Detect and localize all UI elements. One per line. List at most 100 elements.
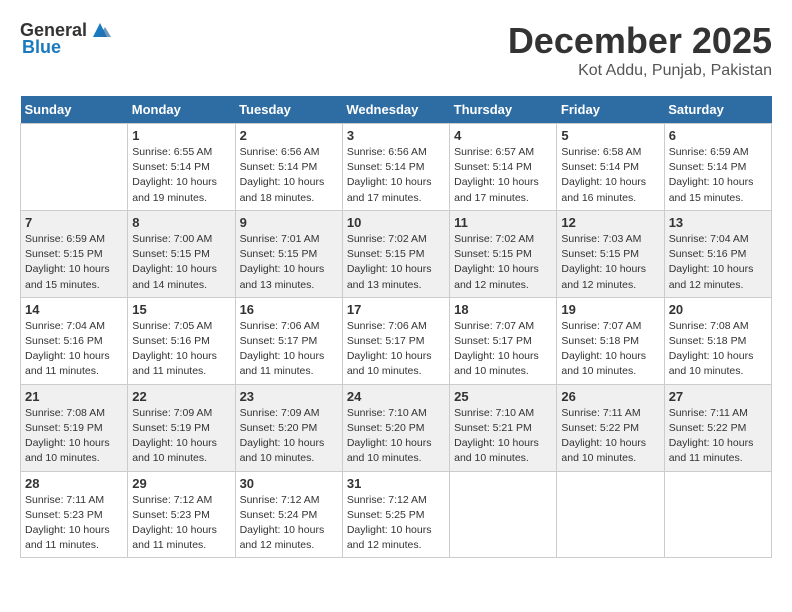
day-info: Sunrise: 7:06 AMSunset: 5:17 PMDaylight:… xyxy=(347,319,445,380)
calendar-cell: 18 Sunrise: 7:07 AMSunset: 5:17 PMDayligh… xyxy=(450,297,557,384)
day-info: Sunrise: 7:05 AMSunset: 5:16 PMDaylight:… xyxy=(132,319,230,380)
day-info: Sunrise: 7:12 AMSunset: 5:23 PMDaylight:… xyxy=(132,493,230,554)
calendar-cell: 19Sunrise: 7:07 AMSunset: 5:18 PMDayligh… xyxy=(557,297,664,384)
weekday-header-sunday: Sunday xyxy=(21,96,128,124)
calendar-cell: 26Sunrise: 7:11 AMSunset: 5:22 PMDayligh… xyxy=(557,384,664,471)
day-number: 3 xyxy=(347,128,445,143)
calendar-cell: 8 Sunrise: 7:00 AMSunset: 5:15 PMDaylight… xyxy=(128,210,235,297)
weekday-header-tuesday: Tuesday xyxy=(235,96,342,124)
calendar-week-row: 21 Sunrise: 7:08 AMSunset: 5:19 PMDayligh… xyxy=(21,384,772,471)
location-subtitle: Kot Addu, Punjab, Pakistan xyxy=(508,62,772,80)
calendar-week-row: 1Sunrise: 6:55 AMSunset: 5:14 PMDaylight… xyxy=(21,124,772,211)
day-info: Sunrise: 7:11 AMSunset: 5:22 PMDaylight:… xyxy=(669,406,767,467)
day-info: Sunrise: 7:01 AMSunset: 5:15 PMDaylight:… xyxy=(240,232,338,293)
day-info: Sunrise: 7:04 AMSunset: 5:16 PMDaylight:… xyxy=(669,232,767,293)
day-info: Sunrise: 7:06 AMSunset: 5:17 PMDaylight:… xyxy=(240,319,338,380)
day-number: 24 xyxy=(347,389,445,404)
day-number: 27 xyxy=(669,389,767,404)
day-info: Sunrise: 7:07 AMSunset: 5:17 PMDaylight:… xyxy=(454,319,552,380)
day-number: 9 xyxy=(240,215,338,230)
calendar-week-row: 14 Sunrise: 7:04 AMSunset: 5:16 PMDayligh… xyxy=(21,297,772,384)
day-info: Sunrise: 6:59 AMSunset: 5:15 PMDaylight:… xyxy=(25,232,123,293)
calendar-cell: 9 Sunrise: 7:01 AMSunset: 5:15 PMDaylight… xyxy=(235,210,342,297)
day-info: Sunrise: 7:03 AMSunset: 5:15 PMDaylight:… xyxy=(561,232,659,293)
calendar-cell: 1Sunrise: 6:55 AMSunset: 5:14 PMDaylight… xyxy=(128,124,235,211)
calendar-cell: 25 Sunrise: 7:10 AMSunset: 5:21 PMDayligh… xyxy=(450,384,557,471)
day-info: Sunrise: 7:07 AMSunset: 5:18 PMDaylight:… xyxy=(561,319,659,380)
day-number: 29 xyxy=(132,476,230,491)
calendar-cell: 2 Sunrise: 6:56 AMSunset: 5:14 PMDaylight… xyxy=(235,124,342,211)
logo-icon xyxy=(89,19,111,41)
day-number: 13 xyxy=(669,215,767,230)
day-info: Sunrise: 7:09 AMSunset: 5:20 PMDaylight:… xyxy=(240,406,338,467)
calendar-cell: 24 Sunrise: 7:10 AMSunset: 5:20 PMDayligh… xyxy=(342,384,449,471)
weekday-header-friday: Friday xyxy=(557,96,664,124)
day-number: 11 xyxy=(454,215,552,230)
page-header: General Blue December 2025 Kot Addu, Pun… xyxy=(20,20,772,80)
calendar-cell: 21 Sunrise: 7:08 AMSunset: 5:19 PMDayligh… xyxy=(21,384,128,471)
day-info: Sunrise: 7:08 AMSunset: 5:18 PMDaylight:… xyxy=(669,319,767,380)
weekday-header-thursday: Thursday xyxy=(450,96,557,124)
calendar-cell: 11 Sunrise: 7:02 AMSunset: 5:15 PMDayligh… xyxy=(450,210,557,297)
logo: General Blue xyxy=(20,20,111,58)
day-info: Sunrise: 7:00 AMSunset: 5:15 PMDaylight:… xyxy=(132,232,230,293)
day-number: 2 xyxy=(240,128,338,143)
day-number: 21 xyxy=(25,389,123,404)
calendar-cell: 4 Sunrise: 6:57 AMSunset: 5:14 PMDaylight… xyxy=(450,124,557,211)
day-number: 6 xyxy=(669,128,767,143)
calendar-cell: 20 Sunrise: 7:08 AMSunset: 5:18 PMDayligh… xyxy=(664,297,771,384)
calendar-cell: 5 Sunrise: 6:58 AMSunset: 5:14 PMDaylight… xyxy=(557,124,664,211)
day-number: 17 xyxy=(347,302,445,317)
weekday-header-monday: Monday xyxy=(128,96,235,124)
calendar-week-row: 28Sunrise: 7:11 AMSunset: 5:23 PMDayligh… xyxy=(21,471,772,558)
day-number: 20 xyxy=(669,302,767,317)
day-number: 22 xyxy=(132,389,230,404)
day-number: 26 xyxy=(561,389,659,404)
day-info: Sunrise: 7:04 AMSunset: 5:16 PMDaylight:… xyxy=(25,319,123,380)
day-number: 25 xyxy=(454,389,552,404)
day-number: 14 xyxy=(25,302,123,317)
calendar-cell: 23Sunrise: 7:09 AMSunset: 5:20 PMDayligh… xyxy=(235,384,342,471)
day-info: Sunrise: 7:02 AMSunset: 5:15 PMDaylight:… xyxy=(347,232,445,293)
day-info: Sunrise: 6:58 AMSunset: 5:14 PMDaylight:… xyxy=(561,145,659,206)
day-info: Sunrise: 7:08 AMSunset: 5:19 PMDaylight:… xyxy=(25,406,123,467)
day-info: Sunrise: 6:55 AMSunset: 5:14 PMDaylight:… xyxy=(132,145,230,206)
day-number: 31 xyxy=(347,476,445,491)
calendar-cell: 22 Sunrise: 7:09 AMSunset: 5:19 PMDayligh… xyxy=(128,384,235,471)
day-info: Sunrise: 7:10 AMSunset: 5:20 PMDaylight:… xyxy=(347,406,445,467)
calendar-week-row: 7Sunrise: 6:59 AMSunset: 5:15 PMDaylight… xyxy=(21,210,772,297)
day-info: Sunrise: 6:56 AMSunset: 5:14 PMDaylight:… xyxy=(347,145,445,206)
day-number: 16 xyxy=(240,302,338,317)
calendar-cell: 10Sunrise: 7:02 AMSunset: 5:15 PMDayligh… xyxy=(342,210,449,297)
calendar-cell: 6 Sunrise: 6:59 AMSunset: 5:14 PMDaylight… xyxy=(664,124,771,211)
title-section: December 2025 Kot Addu, Punjab, Pakistan xyxy=(508,20,772,80)
day-info: Sunrise: 6:57 AMSunset: 5:14 PMDaylight:… xyxy=(454,145,552,206)
day-number: 5 xyxy=(561,128,659,143)
calendar-cell: 15 Sunrise: 7:05 AMSunset: 5:16 PMDayligh… xyxy=(128,297,235,384)
calendar-cell: 17 Sunrise: 7:06 AMSunset: 5:17 PMDayligh… xyxy=(342,297,449,384)
day-info: Sunrise: 7:10 AMSunset: 5:21 PMDaylight:… xyxy=(454,406,552,467)
calendar-cell: 7Sunrise: 6:59 AMSunset: 5:15 PMDaylight… xyxy=(21,210,128,297)
calendar-cell: 31 Sunrise: 7:12 AMSunset: 5:25 PMDayligh… xyxy=(342,471,449,558)
calendar-table: SundayMondayTuesdayWednesdayThursdayFrid… xyxy=(20,96,772,558)
logo-blue: Blue xyxy=(22,37,61,58)
day-info: Sunrise: 7:02 AMSunset: 5:15 PMDaylight:… xyxy=(454,232,552,293)
day-number: 12 xyxy=(561,215,659,230)
calendar-cell xyxy=(21,124,128,211)
calendar-cell: 12 Sunrise: 7:03 AMSunset: 5:15 PMDayligh… xyxy=(557,210,664,297)
day-info: Sunrise: 7:12 AMSunset: 5:24 PMDaylight:… xyxy=(240,493,338,554)
calendar-cell: 28Sunrise: 7:11 AMSunset: 5:23 PMDayligh… xyxy=(21,471,128,558)
day-info: Sunrise: 7:09 AMSunset: 5:19 PMDaylight:… xyxy=(132,406,230,467)
day-number: 30 xyxy=(240,476,338,491)
day-number: 18 xyxy=(454,302,552,317)
day-number: 15 xyxy=(132,302,230,317)
calendar-cell: 27 Sunrise: 7:11 AMSunset: 5:22 PMDayligh… xyxy=(664,384,771,471)
day-info: Sunrise: 6:59 AMSunset: 5:14 PMDaylight:… xyxy=(669,145,767,206)
calendar-cell xyxy=(664,471,771,558)
day-number: 8 xyxy=(132,215,230,230)
day-info: Sunrise: 7:12 AMSunset: 5:25 PMDaylight:… xyxy=(347,493,445,554)
day-info: Sunrise: 6:56 AMSunset: 5:14 PMDaylight:… xyxy=(240,145,338,206)
day-number: 4 xyxy=(454,128,552,143)
day-info: Sunrise: 7:11 AMSunset: 5:23 PMDaylight:… xyxy=(25,493,123,554)
weekday-header-wednesday: Wednesday xyxy=(342,96,449,124)
